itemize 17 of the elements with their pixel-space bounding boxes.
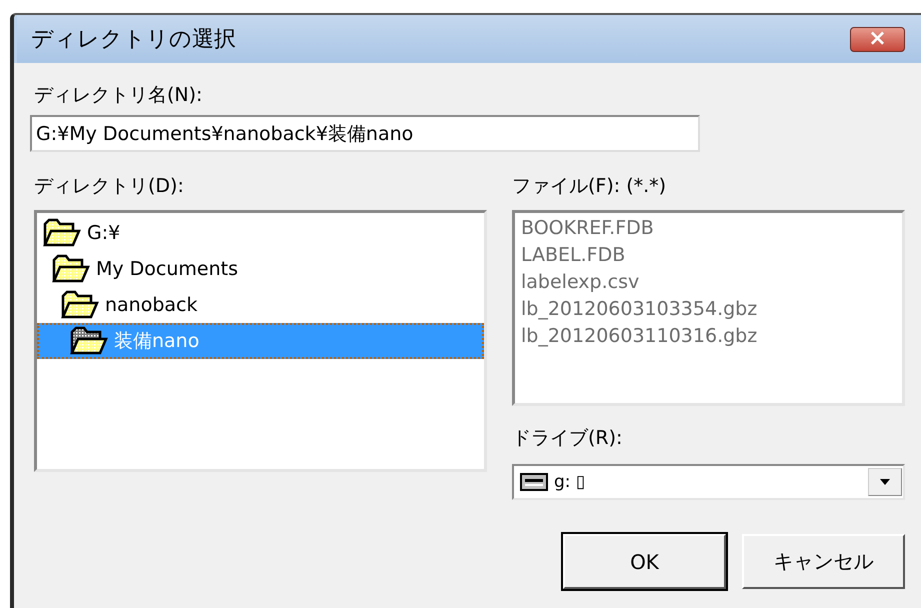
cancel-button[interactable]: キャンセル [742, 534, 905, 589]
field-label: ディレクトリ名(N): [34, 83, 204, 107]
file-item[interactable]: BOOKREF.FDB [521, 215, 896, 242]
directory-item[interactable]: nanoback [37, 287, 484, 323]
file-item[interactable]: lb_20120603103354.gbz [521, 296, 896, 323]
field-label: ドライブ(R): [512, 426, 624, 450]
file-item[interactable]: LABEL.FDB [521, 242, 896, 269]
list-label: ディレクトリ(D): [34, 174, 185, 198]
list-label: ファイル(F): (*.*) [512, 174, 668, 198]
window-title: ディレクトリの選択 [31, 26, 236, 54]
ok-button[interactable]: OK [563, 534, 726, 589]
directory-item[interactable]: My Documents [37, 251, 484, 287]
directory-name-field[interactable]: G:¥My Documents¥nanoback¥装備nano [30, 115, 700, 152]
file-item[interactable]: lb_20120603110316.gbz [521, 323, 896, 350]
file-item[interactable]: labelexp.csv [521, 269, 896, 296]
drive-dropdown[interactable]: g: ▯ [512, 464, 905, 500]
directory-item[interactable]: G:¥ [37, 215, 484, 251]
